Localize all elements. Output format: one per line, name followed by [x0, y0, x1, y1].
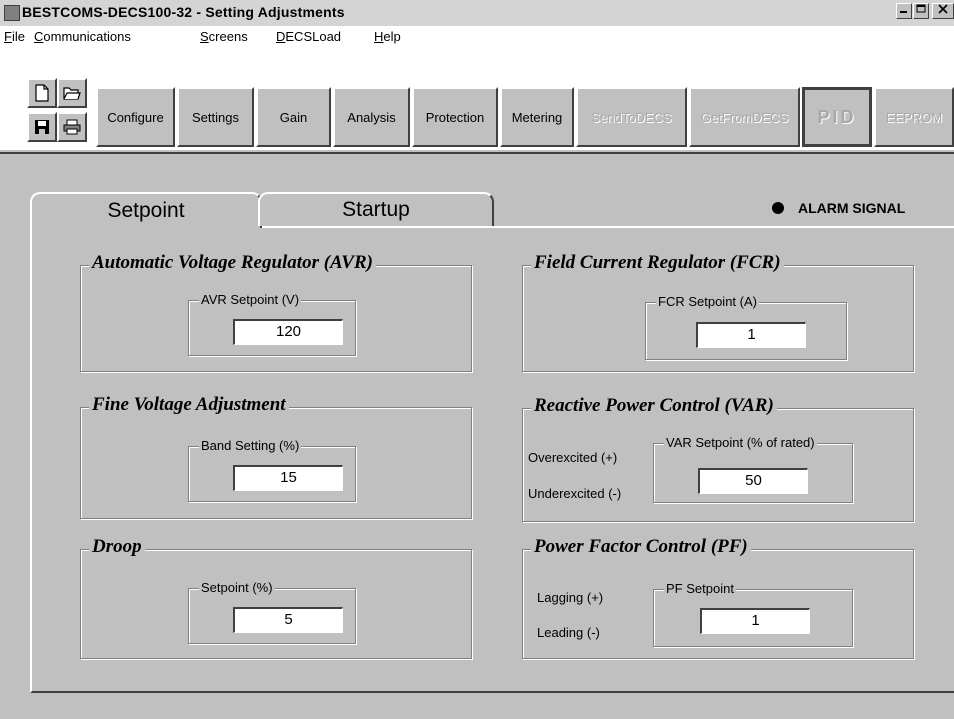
avr-setpoint-label: AVR Setpoint (V): [199, 292, 302, 307]
var-group: Reactive Power Control (VAR) Overexcited…: [522, 395, 914, 522]
menu-communications-accel: C: [34, 29, 44, 44]
underexcited-label: Underexcited (-): [528, 486, 622, 501]
settings-button[interactable]: Settings: [177, 87, 254, 147]
droop-group-title: Droop: [89, 536, 145, 558]
menu-decsload-label: ECSLoad: [285, 29, 342, 44]
var-setpoint-group: VAR Setpoint (% of rated) 50: [653, 435, 853, 503]
overexcited-label: Overexcited (+): [528, 450, 618, 465]
fcr-setpoint-label: FCR Setpoint (A): [656, 294, 759, 309]
var-setpoint-field[interactable]: 50: [698, 468, 808, 494]
maximize-button[interactable]: [913, 3, 929, 19]
maximize-icon: [916, 4, 926, 13]
configure-button[interactable]: Configure: [96, 87, 175, 147]
fcr-group: Field Current Regulator (FCR) FCR Setpoi…: [522, 252, 914, 372]
menu-file-label: ile: [11, 29, 25, 44]
droop-setpoint-group: Setpoint (%) 5: [188, 580, 356, 644]
avr-setpoint-group: AVR Setpoint (V) 120: [188, 292, 356, 356]
avr-group-title: Automatic Voltage Regulator (AVR): [89, 252, 376, 274]
pf-setpoint-field[interactable]: 1: [700, 608, 810, 634]
menu-decsload-accel: D: [276, 29, 286, 44]
pf-setpoint-group: PF Setpoint 1: [653, 581, 853, 647]
new-file-button[interactable]: [27, 78, 57, 108]
new-file-icon: [35, 84, 49, 102]
fcr-group-title: Field Current Regulator (FCR): [531, 252, 784, 274]
print-button[interactable]: [57, 112, 87, 142]
var-group-title: Reactive Power Control (VAR): [531, 395, 777, 417]
tab-setpoint[interactable]: Setpoint: [30, 192, 262, 228]
menu-screens[interactable]: Screens: [200, 29, 248, 44]
band-setting-field[interactable]: 15: [233, 465, 343, 491]
menu-help-accel: H: [374, 29, 384, 44]
close-icon: [938, 4, 948, 14]
menu-screens-label: creens: [208, 29, 248, 44]
fcr-setpoint-field[interactable]: 1: [696, 322, 806, 348]
menu-file[interactable]: File: [4, 29, 25, 44]
tab-startup[interactable]: Startup: [258, 192, 494, 226]
gain-button[interactable]: Gain: [256, 87, 331, 147]
alarm-label: ALARM SIGNAL: [798, 200, 906, 216]
band-setting-group: Band Setting (%) 15: [188, 438, 356, 502]
droop-setpoint-field[interactable]: 5: [233, 607, 343, 633]
fine-voltage-group-title: Fine Voltage Adjustment: [89, 394, 289, 416]
minimize-button[interactable]: [896, 3, 912, 19]
printer-icon: [63, 119, 81, 135]
minimize-icon: [900, 11, 907, 13]
menu-communications-label: ommunications: [43, 29, 131, 44]
send-to-decs-button[interactable]: SendToDECS: [576, 87, 687, 147]
metering-button[interactable]: Metering: [500, 87, 574, 147]
menu-bar: File Communications Screens DECSLoad Hel…: [0, 26, 954, 48]
fine-voltage-group: Fine Voltage Adjustment Band Setting (%)…: [80, 394, 472, 519]
app-window: BESTCOMS-DECS100-32 - Setting Adjustment…: [0, 0, 954, 719]
pf-group: Power Factor Control (PF) Lagging (+) Le…: [522, 536, 914, 659]
leading-label: Leading (-): [537, 625, 600, 640]
close-button[interactable]: [932, 3, 954, 19]
menu-decsload[interactable]: DECSLoad: [276, 29, 341, 44]
menu-screens-accel: S: [200, 29, 209, 44]
eeprom-button[interactable]: EEPROM: [874, 87, 954, 147]
avr-setpoint-field[interactable]: 120: [233, 319, 343, 345]
lagging-label: Lagging (+): [537, 590, 604, 605]
var-setpoint-label: VAR Setpoint (% of rated): [664, 435, 817, 450]
avr-group: Automatic Voltage Regulator (AVR) AVR Se…: [80, 252, 472, 372]
pf-setpoint-label: PF Setpoint: [664, 581, 736, 596]
fcr-setpoint-group: FCR Setpoint (A) 1: [645, 294, 847, 360]
pid-button[interactable]: PID: [802, 87, 872, 147]
menu-help[interactable]: Help: [374, 29, 401, 44]
pf-group-title: Power Factor Control (PF): [531, 536, 751, 558]
window-title: BESTCOMS-DECS100-32 - Setting Adjustment…: [22, 4, 345, 20]
title-bar[interactable]: BESTCOMS-DECS100-32 - Setting Adjustment…: [0, 0, 954, 27]
droop-group: Droop Setpoint (%) 5: [80, 536, 472, 659]
protection-button[interactable]: Protection: [412, 87, 498, 147]
menu-file-accel: F: [4, 29, 12, 44]
droop-setpoint-label: Setpoint (%): [199, 580, 275, 595]
band-setting-label: Band Setting (%): [199, 438, 302, 453]
save-disk-icon: [35, 120, 49, 134]
open-file-button[interactable]: [57, 78, 87, 108]
menu-help-label: elp: [383, 29, 401, 44]
app-icon[interactable]: [4, 5, 20, 21]
open-folder-icon: [63, 87, 81, 100]
alarm-indicator: ALARM SIGNAL: [772, 200, 905, 216]
get-from-decs-button[interactable]: GetFromDECS: [689, 87, 800, 147]
menu-communications[interactable]: Communications: [34, 29, 131, 44]
save-button[interactable]: [27, 112, 57, 142]
tab-strip-line: [492, 226, 954, 228]
alarm-led-icon: [772, 202, 784, 214]
analysis-button[interactable]: Analysis: [333, 87, 410, 147]
